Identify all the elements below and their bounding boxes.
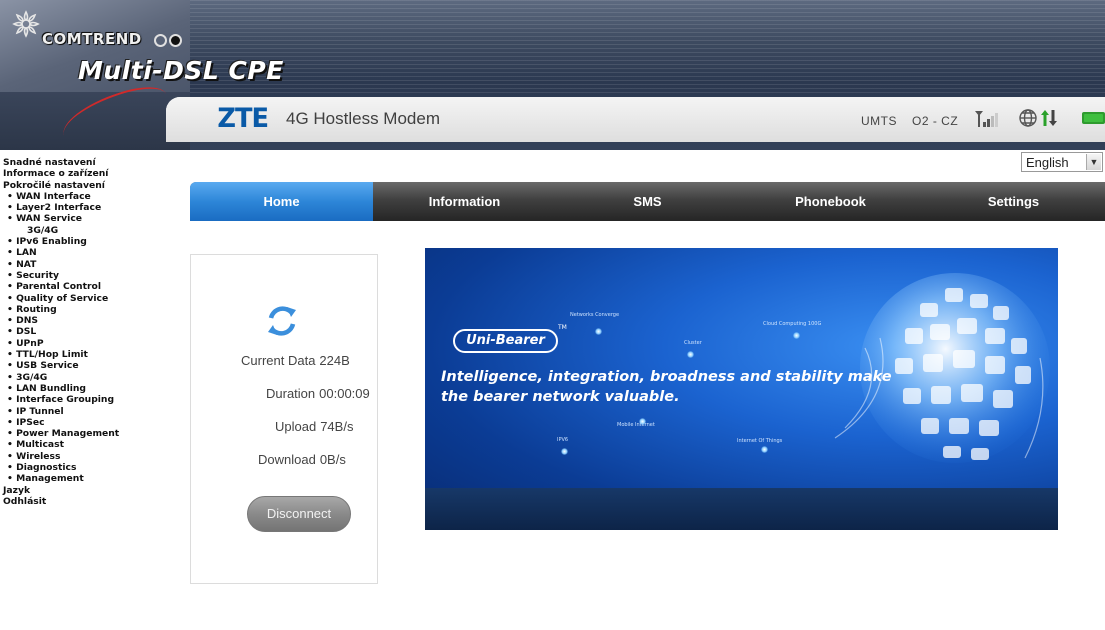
ad-tag-cluster: Cluster bbox=[684, 340, 702, 346]
data-updown-icon bbox=[1041, 110, 1057, 126]
sidebar-item-ipsec[interactable]: IPSec bbox=[0, 417, 166, 428]
sidebar-item-informace-o-za-zen[interactable]: Informace o zařízení bbox=[0, 168, 166, 179]
sidebar-item-wireless[interactable]: Wireless bbox=[0, 451, 166, 462]
sidebar-menu: Snadné nastavení Informace o zařízení Pokr… bbox=[0, 157, 166, 507]
trademark-mark: TM bbox=[558, 324, 567, 331]
duration-stat: Duration 00:00:09 bbox=[266, 386, 370, 401]
sidebar-item-odhl-sit[interactable]: Odhlásit bbox=[0, 496, 166, 507]
sidebar-item-3g-4g[interactable]: 3G/4G bbox=[0, 225, 166, 236]
ad-node bbox=[639, 418, 646, 425]
sidebar-item-management[interactable]: Management bbox=[0, 473, 166, 484]
header-banner: COMTREND Multi-DSL CPE ZTE 4G Hostless M… bbox=[0, 0, 1105, 150]
globe-icon bbox=[1019, 109, 1037, 127]
sidebar-item-nat[interactable]: NAT bbox=[0, 259, 166, 270]
banner-floor bbox=[425, 488, 1058, 530]
ad-node bbox=[761, 446, 768, 453]
tab-sms[interactable]: SMS bbox=[556, 182, 739, 221]
upload-value: 74B/s bbox=[320, 419, 354, 434]
slogan-line-2: the bearer network valuable. bbox=[441, 389, 680, 405]
tab-settings[interactable]: Settings bbox=[922, 182, 1105, 221]
ad-tag-networks: Networks Converge bbox=[570, 312, 620, 318]
sidebar-item-upnp[interactable]: UPnP bbox=[0, 338, 166, 349]
current-data-stat: Current Data 224B bbox=[241, 353, 350, 368]
ad-node bbox=[793, 332, 800, 339]
banner-stripes bbox=[170, 0, 1105, 95]
sidebar-item-interface-grouping[interactable]: Interface Grouping bbox=[0, 394, 166, 405]
ad-tag-cloud: Cloud Computing 100G bbox=[763, 321, 822, 327]
sidebar-item-pokro-il-nastaven[interactable]: Pokročilé nastavení bbox=[0, 180, 166, 191]
ad-node bbox=[595, 328, 602, 335]
tab-phonebook[interactable]: Phonebook bbox=[739, 182, 922, 221]
download-stat: Download 0B/s bbox=[258, 452, 346, 467]
sidebar-item-layer2-interface[interactable]: Layer2 Interface bbox=[0, 202, 166, 213]
sidebar-item-power-management[interactable]: Power Management bbox=[0, 428, 166, 439]
network-type: UMTS bbox=[861, 114, 897, 128]
brand-dots bbox=[154, 32, 184, 51]
tab-information[interactable]: Information bbox=[373, 182, 556, 221]
operator-name: O2 - CZ bbox=[912, 114, 959, 128]
current-data-value: 224B bbox=[319, 353, 350, 368]
ad-tag-ipv6: IPV6 bbox=[557, 437, 569, 443]
language-select-value: English bbox=[1026, 155, 1069, 170]
download-label: Download bbox=[258, 452, 316, 467]
sidebar-item-security[interactable]: Security bbox=[0, 270, 166, 281]
sidebar-item-dns[interactable]: DNS bbox=[0, 315, 166, 326]
slogan-line-1: Intelligence, integration, broadness and… bbox=[441, 369, 892, 385]
ad-tag-mobile: Mobile Internet bbox=[617, 422, 655, 428]
sidebar-item-wan-service[interactable]: WAN Service bbox=[0, 213, 166, 224]
disconnect-button[interactable]: Disconnect bbox=[247, 496, 351, 532]
ad-tag-iot: Internet Of Things bbox=[737, 438, 783, 444]
download-value: 0B/s bbox=[319, 452, 346, 467]
tab-home[interactable]: Home bbox=[190, 182, 373, 221]
duration-label: Duration bbox=[266, 386, 316, 401]
sidebar-item-ttl-hop-limit[interactable]: TTL/Hop Limit bbox=[0, 349, 166, 360]
language-select[interactable]: English ▼ bbox=[1021, 152, 1103, 172]
connection-status-panel: Current Data 224B Duration 00:00:09 Upload… bbox=[190, 254, 378, 584]
ad-node bbox=[687, 351, 694, 358]
sidebar-item-wan-interface[interactable]: WAN Interface bbox=[0, 191, 166, 202]
sidebar-item-lan-bundling[interactable]: LAN Bundling bbox=[0, 383, 166, 394]
zte-logo: ZTE bbox=[217, 103, 269, 134]
main-nav: Home Information SMS Phonebook Settings bbox=[190, 182, 1105, 221]
sidebar-item-ipv6-enabling[interactable]: IPv6 Enabling bbox=[0, 236, 166, 247]
sidebar-item-lan[interactable]: LAN bbox=[0, 247, 166, 258]
upload-label: Upload bbox=[275, 419, 317, 434]
sidebar-item-3g-4g[interactable]: 3G/4G bbox=[0, 372, 166, 383]
chevron-down-icon[interactable]: ▼ bbox=[1086, 154, 1101, 170]
sidebar-item-multicast[interactable]: Multicast bbox=[0, 439, 166, 450]
sidebar-item-parental-control[interactable]: Parental Control bbox=[0, 281, 166, 292]
signal-icon bbox=[975, 111, 998, 127]
product-name: Multi-DSL CPE bbox=[78, 56, 284, 85]
modem-title: 4G Hostless Modem bbox=[286, 109, 440, 128]
sidebar-item-dsl[interactable]: DSL bbox=[0, 326, 166, 337]
modem-header-bar: ZTE 4G Hostless Modem UMTS O2 - CZ bbox=[166, 97, 1105, 142]
sidebar-item-quality-of-service[interactable]: Quality of Service bbox=[0, 293, 166, 304]
sidebar-item-diagnostics[interactable]: Diagnostics bbox=[0, 462, 166, 473]
promo-banner: Uni-Bearer TM Intelligence, integration,… bbox=[425, 248, 1058, 530]
banner-slogan: Intelligence, integration, broadness and… bbox=[441, 367, 911, 407]
unibearer-logo: Uni-Bearer bbox=[453, 329, 558, 353]
comtrend-flower-icon bbox=[12, 10, 40, 38]
sidebar-item-jazyk[interactable]: Jazyk bbox=[0, 485, 166, 496]
upload-stat: Upload 74B/s bbox=[275, 419, 353, 434]
sidebar-item-ip-tunnel[interactable]: IP Tunnel bbox=[0, 406, 166, 417]
ad-node bbox=[561, 448, 568, 455]
sidebar-item-snadn-nastaven[interactable]: Snadné nastavení bbox=[0, 157, 166, 168]
refresh-icon[interactable] bbox=[263, 302, 301, 340]
duration-value: 00:00:09 bbox=[319, 386, 370, 401]
brand-name: COMTREND bbox=[42, 30, 142, 48]
battery-icon bbox=[1082, 112, 1105, 124]
sidebar-item-usb-service[interactable]: USB Service bbox=[0, 360, 166, 371]
sidebar-item-routing[interactable]: Routing bbox=[0, 304, 166, 315]
current-data-label: Current Data bbox=[241, 353, 316, 368]
